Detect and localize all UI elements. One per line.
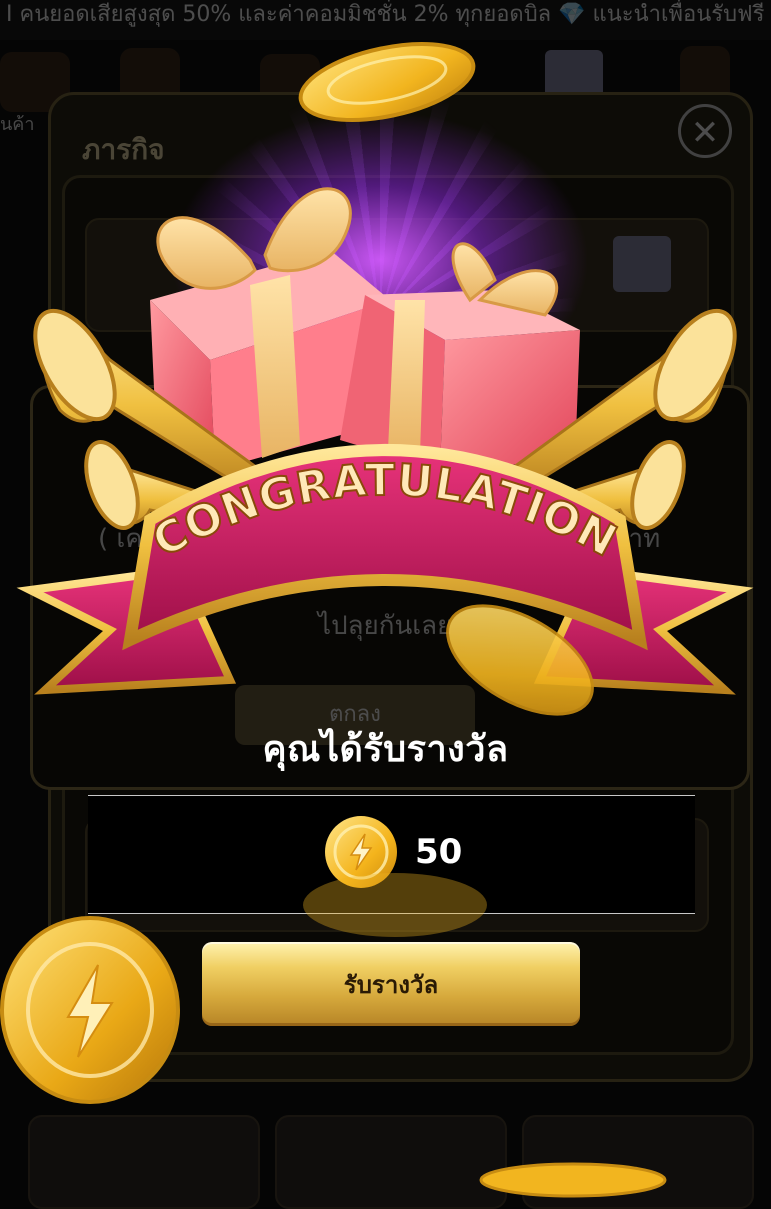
claim-reward-button[interactable]: รับรางวัล (202, 942, 580, 1026)
coin-icon (298, 42, 476, 122)
gift-box-icon (340, 242, 580, 470)
reward-title: คุณได้รับรางวัล (262, 729, 509, 770)
coin-icon (0, 916, 180, 1104)
coin-icon (479, 1162, 667, 1198)
congratulation-illustration: CONGRATULATION (16, 42, 754, 716)
reward-amount: 50 (415, 832, 463, 872)
game-tile[interactable] (275, 1115, 507, 1209)
congratulation-banner: CONGRATULATION (122, 444, 648, 651)
game-tile[interactable] (28, 1115, 260, 1209)
coin-icon (303, 873, 487, 937)
